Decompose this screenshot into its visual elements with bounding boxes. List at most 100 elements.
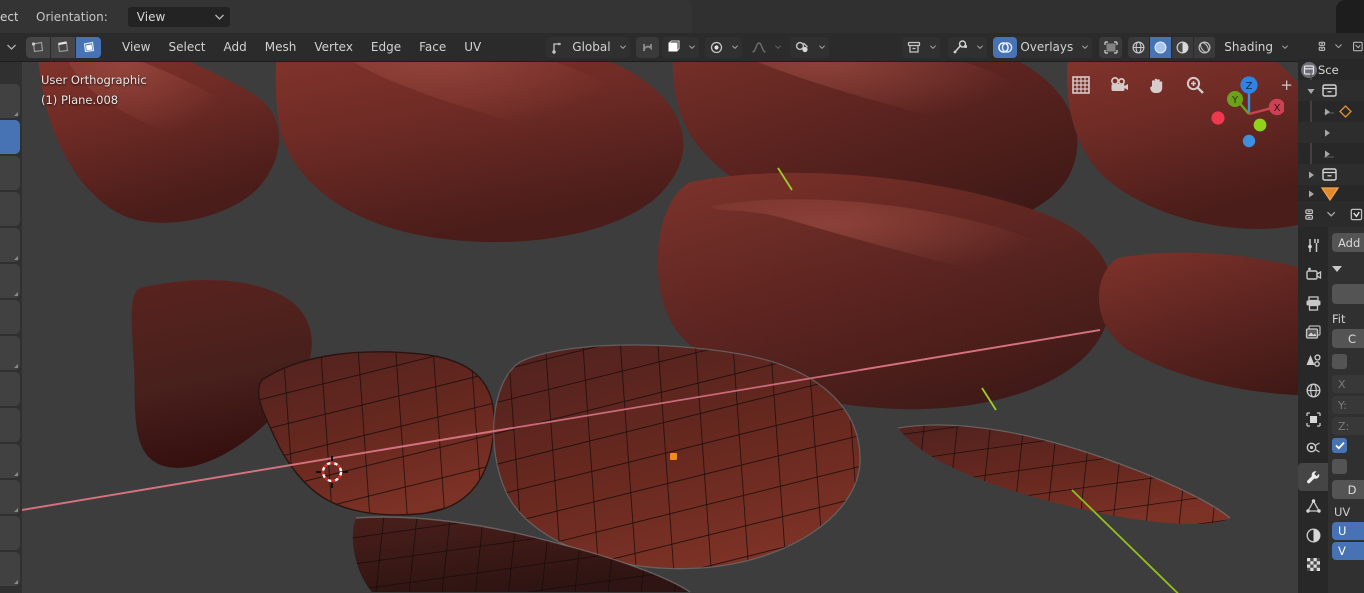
- face-select-mode-button[interactable]: [76, 36, 101, 58]
- tab-constraints[interactable]: [1298, 521, 1328, 549]
- tab-tool[interactable]: [1298, 231, 1328, 259]
- menu-vertex[interactable]: Vertex: [305, 35, 362, 59]
- disclosure-triangle-right-icon[interactable]: [1323, 150, 1331, 158]
- tab-view-layer[interactable]: [1298, 318, 1328, 346]
- face-select-icon: [83, 41, 94, 53]
- transform-orientation-dropdown[interactable]: Global: [546, 36, 630, 58]
- tool-button-rotate[interactable]: [0, 228, 20, 262]
- view-object-types-dropdown[interactable]: [902, 36, 941, 58]
- name-field[interactable]: [1332, 284, 1364, 304]
- disclosure-triangle-down-icon[interactable]: [1307, 87, 1315, 95]
- tool-button-inset[interactable]: [0, 444, 20, 478]
- outliner-collection-row[interactable]: [1298, 164, 1364, 185]
- properties-search-icon[interactable]: [1349, 207, 1364, 222]
- shading-wireframe-button[interactable]: [1128, 36, 1151, 58]
- outliner-collection-row[interactable]: [1298, 80, 1364, 101]
- fit-type-dropdown[interactable]: C: [1332, 329, 1364, 348]
- shading-rendered-button[interactable]: [1194, 36, 1217, 58]
- tool-button-select-box[interactable]: [0, 120, 20, 154]
- overlays-toggle-button[interactable]: [993, 36, 1018, 58]
- chevron-down-icon[interactable]: [1326, 211, 1336, 217]
- disclosure-triangle-right-icon[interactable]: [1323, 129, 1331, 137]
- disclosure-triangle-right-icon[interactable]: [1323, 108, 1331, 116]
- outliner-object-row[interactable]: [1298, 143, 1364, 164]
- toggle-xray-button[interactable]: [1099, 36, 1123, 58]
- tab-particles[interactable]: [1298, 463, 1328, 491]
- pivot-point-dropdown[interactable]: [704, 36, 742, 58]
- tab-scene[interactable]: [1298, 347, 1328, 375]
- tab-texture[interactable]: [1298, 550, 1328, 578]
- menu-view[interactable]: View: [113, 35, 159, 59]
- menu-edge[interactable]: Edge: [362, 35, 410, 59]
- menu-face[interactable]: Face: [410, 35, 455, 59]
- chevron-down-icon: [973, 37, 987, 58]
- tab-render[interactable]: [1298, 260, 1328, 288]
- uv-u-row[interactable]: U: [1332, 522, 1364, 540]
- vertex-select-mode-button[interactable]: [26, 36, 51, 58]
- orientation-dropdown[interactable]: View: [127, 6, 230, 27]
- search-icon[interactable]: [1352, 39, 1364, 54]
- display-button[interactable]: D: [1332, 480, 1364, 499]
- tool-button-cursor[interactable]: [0, 156, 20, 190]
- axis-y-field[interactable]: Y:: [1332, 396, 1364, 414]
- editor-type-button[interactable]: [0, 36, 22, 58]
- panel-collapse-row[interactable]: [1332, 260, 1364, 278]
- tool-button-transform[interactable]: [0, 300, 20, 334]
- tab-physics[interactable]: [1298, 492, 1328, 520]
- uv-v-row[interactable]: V: [1332, 542, 1364, 560]
- menu-select[interactable]: Select: [159, 35, 214, 59]
- view-axis-gizmo[interactable]: Z Y X: [1206, 70, 1286, 148]
- tool-button-move[interactable]: [0, 192, 20, 226]
- zoom-view-icon[interactable]: [1184, 74, 1206, 96]
- edge-select-mode-button[interactable]: [51, 36, 76, 58]
- tab-modifiers[interactable]: [1298, 434, 1328, 462]
- menu-add[interactable]: Add: [215, 35, 256, 59]
- tool-button-measure[interactable]: [0, 372, 20, 406]
- disclosure-triangle-right-icon[interactable]: [1307, 190, 1315, 198]
- properties-editor-icon[interactable]: [1304, 207, 1321, 222]
- shading-popover[interactable]: Shading: [1221, 37, 1292, 58]
- shading-solid-button[interactable]: [1150, 36, 1173, 58]
- chevron-down-icon[interactable]: [1335, 43, 1343, 49]
- pan-view-icon[interactable]: [1146, 74, 1168, 96]
- proportional-editing-dropdown[interactable]: [747, 37, 785, 58]
- option-checkbox-2[interactable]: [1332, 438, 1347, 453]
- camera-view-icon[interactable]: [1108, 74, 1130, 96]
- gizmo-dropdown[interactable]: [948, 36, 988, 58]
- tool-button-bevel[interactable]: [0, 480, 20, 514]
- snap-target-dropdown[interactable]: [661, 36, 699, 58]
- tool-button-scale[interactable]: [0, 264, 20, 298]
- open-sidebar-button[interactable]: +: [1280, 76, 1293, 94]
- outliner-filter-icon[interactable]: [1318, 39, 1331, 54]
- option-checkbox-1[interactable]: [1332, 354, 1347, 369]
- tool-button-loopcut[interactable]: [0, 516, 20, 550]
- outliner-editor[interactable]: Sce: [1298, 33, 1364, 201]
- disclosure-triangle-right-icon[interactable]: [1307, 171, 1315, 179]
- tab-world[interactable]: [1298, 376, 1328, 404]
- tool-button-tweak[interactable]: [0, 84, 20, 118]
- tab-object[interactable]: [1298, 405, 1328, 433]
- outliner-active-object-row[interactable]: [1298, 183, 1364, 201]
- outliner-object-row[interactable]: [1298, 101, 1364, 122]
- shading-material-button[interactable]: [1172, 36, 1195, 58]
- svg-text:Y: Y: [1231, 95, 1239, 106]
- axis-x-field[interactable]: X: [1332, 375, 1364, 393]
- menu-mesh[interactable]: Mesh: [256, 35, 306, 59]
- triangle-down-icon[interactable]: [1332, 266, 1342, 272]
- outliner-header: [1298, 33, 1364, 59]
- toggle-grid-icon[interactable]: [1070, 74, 1092, 96]
- viewport-nav-icons: [1070, 74, 1206, 96]
- mirror-options-dropdown[interactable]: [789, 36, 829, 58]
- add-modifier-button[interactable]: Add: [1332, 233, 1364, 252]
- 3d-viewport[interactable]: User Orthographic (1) Plane.008 Z Y X +: [0, 62, 1298, 593]
- tool-button-annotate[interactable]: [0, 336, 20, 370]
- axis-z-field[interactable]: Z:: [1332, 417, 1364, 435]
- tool-button-knife[interactable]: [0, 552, 20, 586]
- tool-button-extrude[interactable]: [0, 408, 20, 442]
- snap-toggle-button[interactable]: [635, 36, 659, 58]
- menu-uv[interactable]: UV: [455, 35, 490, 59]
- tab-output[interactable]: [1298, 289, 1328, 317]
- overlays-dropdown[interactable]: Overlays: [993, 36, 1093, 58]
- outliner-object-row[interactable]: [1298, 122, 1364, 143]
- option-checkbox-3[interactable]: [1332, 459, 1347, 474]
